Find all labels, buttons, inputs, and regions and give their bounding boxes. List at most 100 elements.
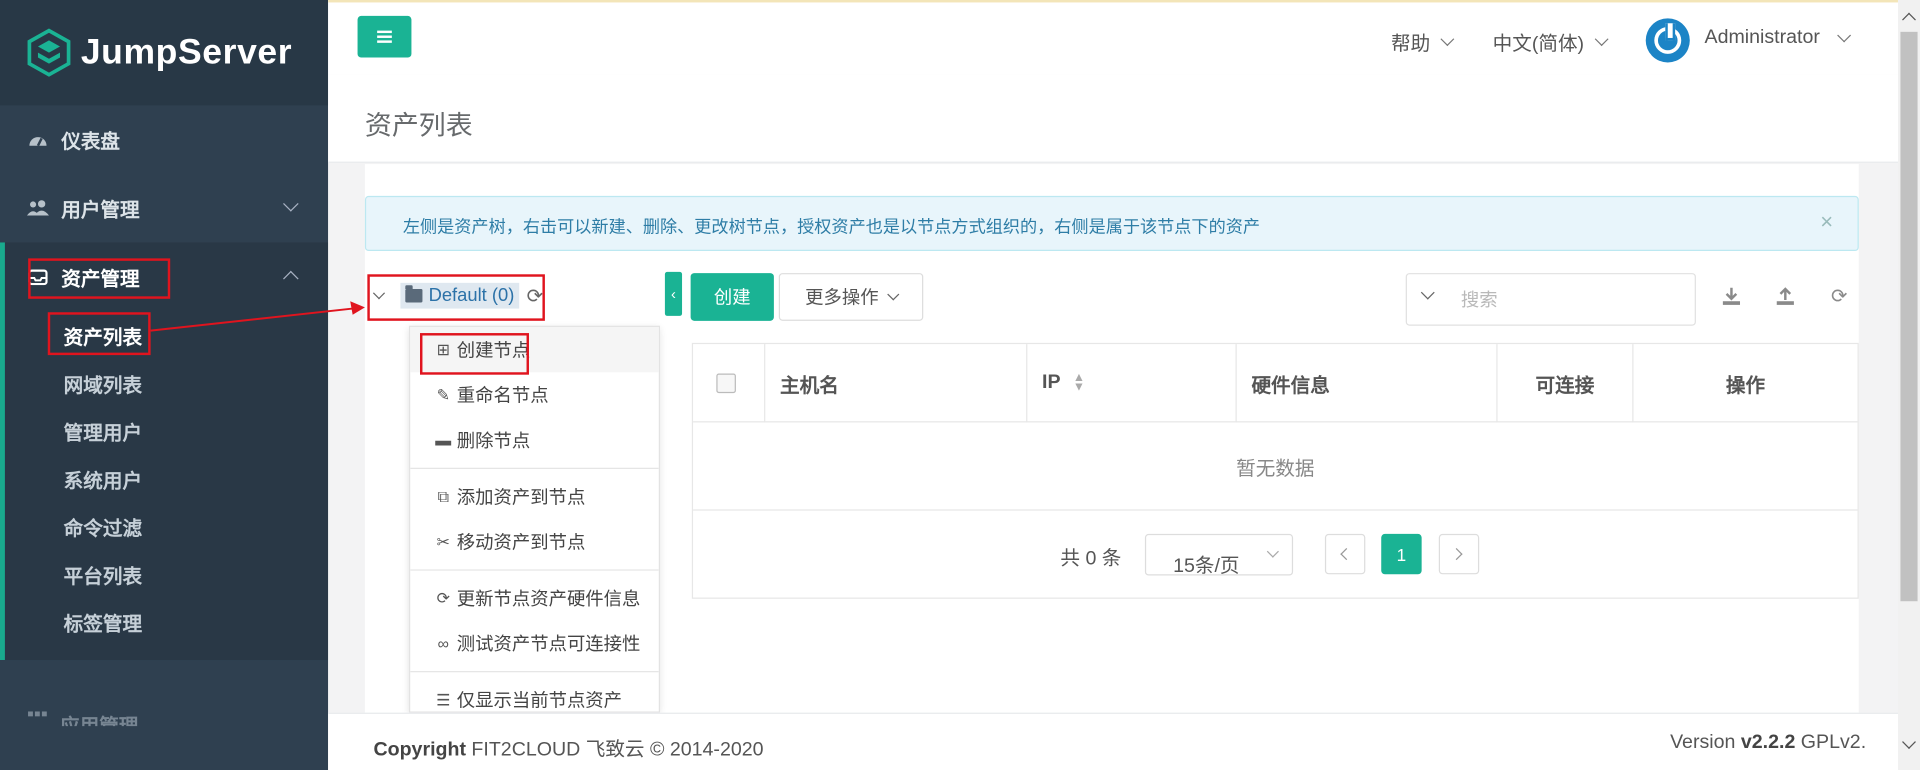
chevron-down-icon: [1440, 32, 1455, 47]
refresh-icon: ⟳: [436, 588, 450, 607]
main: 帮助 中文(简体) Administrator 资产列表 左侧是资产树，右击可以: [328, 0, 1920, 770]
menu-item-add-asset-to-node[interactable]: ⧉ 添加资产到节点: [410, 474, 659, 519]
logo[interactable]: JumpServer: [0, 0, 329, 106]
refresh-icon[interactable]: ⟳: [1828, 284, 1850, 308]
menu-item-show-current-only[interactable]: ☰ 仅显示当前节点资产: [410, 677, 659, 712]
chevron-down-icon: [1837, 28, 1852, 43]
nav-applications[interactable]: ▪▪▪ 应用管理: [0, 660, 328, 726]
search-input[interactable]: [1460, 284, 1682, 316]
empty-table-message: 暂无数据: [693, 422, 1858, 511]
chevron-left-icon: ‹: [671, 285, 676, 303]
total-count: 共 0 条: [1060, 548, 1122, 570]
help-label: 帮助: [1391, 34, 1431, 56]
asset-table: 主机名 IP ▲ ▼ 硬件信息 可连接 操作 暂无数据 共 0 条 15条/页 1: [691, 342, 1859, 599]
menu-divider: [410, 671, 659, 673]
sidebar-item-domain-list[interactable]: 网域列表: [5, 359, 328, 407]
sidebar-item-platform-list[interactable]: 平台列表: [5, 550, 328, 598]
footer-version: Version v2.2.2 GPLv2.: [1670, 732, 1866, 754]
menu-item-move-asset-to-node[interactable]: ✂ 移动资产到节点: [410, 519, 659, 564]
prev-page-button[interactable]: [1324, 533, 1366, 575]
copy-icon: ⧉: [437, 486, 449, 506]
nav-dashboard[interactable]: 仪表盘: [0, 105, 328, 174]
avatar[interactable]: [1645, 18, 1690, 63]
menu-item-rename-node[interactable]: ✎ 重命名节点: [410, 372, 659, 417]
menu-item-delete-node[interactable]: ▬ 删除节点: [410, 418, 659, 463]
indent-icon: ☰: [436, 690, 451, 709]
menu-item-label: 移动资产到节点: [456, 532, 586, 554]
sidebar-item-label-manage[interactable]: 标签管理: [5, 598, 328, 646]
search-filter-dropdown[interactable]: [1407, 274, 1454, 324]
help-menu[interactable]: 帮助: [1391, 27, 1455, 56]
sidebar-item-system-user[interactable]: 系统用户: [5, 454, 328, 502]
chevron-down-icon: [283, 196, 299, 212]
more-actions-button[interactable]: 更多操作: [778, 273, 924, 321]
select-all-cell: [693, 344, 766, 423]
footer: Copyright FIT2CLOUD 飞致云 © 2014-2020 Vers…: [328, 712, 1898, 770]
page-heading: 资产列表: [328, 74, 1898, 163]
logo-text: JumpServer: [80, 32, 293, 72]
power-icon: [1654, 23, 1682, 54]
chevron-down-icon: [886, 288, 899, 301]
copyright-label: Copyright: [373, 739, 466, 761]
page-title: 资产列表: [364, 110, 473, 141]
sidebar: JumpServer 仪表盘 用户管理 资产管理 资产列表 网域列表 管理用户 …: [0, 0, 329, 770]
alert-message: 左侧是资产树，右击可以新建、删除、更改树节点，授权资产也是以节点方式组织的，右侧…: [402, 216, 1261, 237]
search-box: [1405, 273, 1696, 326]
language-label: 中文(简体): [1492, 34, 1585, 56]
collapse-tree-button[interactable]: ‹: [664, 271, 683, 316]
version-number: v2.2.2: [1740, 732, 1796, 754]
column-ip[interactable]: IP ▲ ▼: [1027, 344, 1237, 423]
close-icon[interactable]: ×: [1820, 209, 1833, 235]
annotation-box-asset-list: [47, 312, 151, 356]
chevron-down-icon: [1420, 285, 1435, 300]
download-icon[interactable]: [1720, 284, 1742, 308]
column-hostname[interactable]: 主机名: [765, 344, 1028, 423]
column-hardware[interactable]: 硬件信息: [1237, 344, 1498, 423]
users-icon: [26, 198, 49, 218]
menu-item-test-connectivity[interactable]: ∞ 测试资产节点可连接性: [410, 621, 659, 666]
link-icon: ∞: [437, 634, 449, 653]
scrollbar-thumb[interactable]: [1900, 31, 1918, 602]
annotation-box-tree-node: [367, 274, 545, 321]
scissors-icon: ✂: [436, 532, 450, 551]
menu-item-label: 仅显示当前节点资产: [456, 690, 623, 712]
annotation-box-assets: [28, 258, 171, 299]
nav-users-label: 用户管理: [61, 200, 140, 222]
user-name: Administrator: [1704, 26, 1820, 48]
sidebar-item-label: 标签管理: [63, 614, 143, 635]
user-menu[interactable]: Administrator: [1704, 26, 1852, 49]
sidebar-item-command-filter[interactable]: 命令过滤: [5, 502, 328, 550]
page-scrollbar[interactable]: [1897, 0, 1920, 770]
column-actions: 操作: [1725, 375, 1766, 397]
sidebar-item-label: 命令过滤: [63, 518, 143, 540]
minus-square-icon: ▬: [435, 431, 452, 450]
tree-context-menu: ⊞ 创建节点 ✎ 重命名节点 ▬ 删除节点 ⧉ 添加资产到节点 ✂ 移动资产到节点 ⟳ 更新…: [408, 325, 661, 713]
version-label: Version: [1670, 732, 1736, 754]
sidebar-item-admin-user[interactable]: 管理用户: [5, 407, 328, 455]
topbar: 帮助 中文(简体) Administrator: [328, 0, 1898, 75]
menu-divider: [410, 569, 659, 571]
page-size-value: 15条/页: [1173, 555, 1240, 577]
upload-icon[interactable]: [1774, 284, 1796, 308]
page-1-button[interactable]: 1: [1381, 533, 1422, 575]
select-all-checkbox[interactable]: [716, 373, 736, 394]
sidebar-item-label: 系统用户: [63, 470, 143, 492]
nav-users[interactable]: 用户管理: [0, 174, 328, 243]
sidebar-item-label: 管理用户: [63, 423, 143, 444]
chevron-down-icon: [1266, 545, 1279, 558]
page-size-select[interactable]: 15条/页: [1144, 533, 1294, 577]
column-connectivity: 可连接: [1498, 344, 1634, 423]
table-header: 主机名 IP ▲ ▼ 硬件信息 可连接 操作: [693, 344, 1858, 423]
language-menu[interactable]: 中文(简体): [1492, 27, 1609, 56]
column-ip-label: IP: [1042, 372, 1061, 394]
chevron-left-icon: [1340, 548, 1353, 561]
nav-dashboard-label: 仪表盘: [61, 132, 121, 154]
create-button[interactable]: 创建: [690, 273, 774, 321]
menu-item-update-hardware[interactable]: ⟳ 更新节点资产硬件信息: [410, 576, 659, 621]
license-text: GPLv2.: [1800, 732, 1867, 754]
sidebar-item-label: 网域列表: [63, 375, 143, 397]
menu-divider: [410, 467, 659, 469]
menu-toggle-button[interactable]: [357, 15, 412, 58]
next-page-button[interactable]: [1438, 533, 1480, 575]
scroll-up-icon: [1902, 12, 1916, 27]
